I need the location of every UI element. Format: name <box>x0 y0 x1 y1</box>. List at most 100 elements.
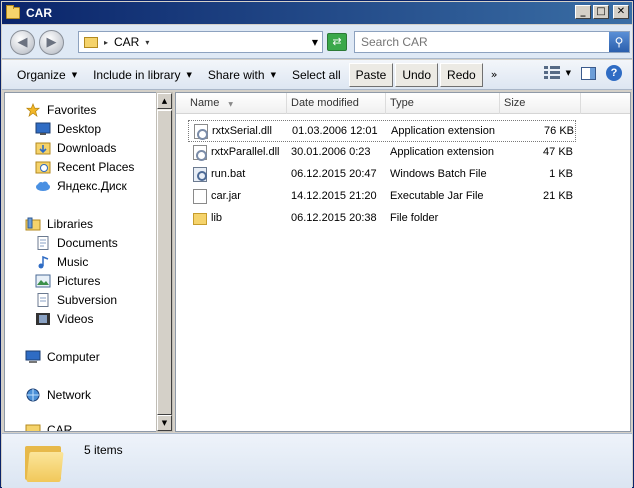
breadcrumb-car[interactable]: CAR <box>114 35 139 49</box>
close-button[interactable]: ✕ <box>613 5 629 19</box>
details-pane: 5 items <box>2 433 632 488</box>
nav-videos[interactable]: Videos <box>35 310 157 328</box>
address-bar[interactable]: ▸ CAR ▾ ▼ <box>78 31 323 53</box>
paste-button[interactable]: Paste <box>348 62 394 87</box>
more-commands-button[interactable]: » <box>491 68 498 81</box>
column-header-row: Name ▼ Date modified Type Size <box>176 93 630 114</box>
dll-icon <box>193 145 207 161</box>
navigation-pane: Favorites Desktop Downloads Recent Place… <box>4 92 158 432</box>
file-date-modified: 14.12.2015 21:20 <box>291 190 377 202</box>
share-with-label: Share with <box>207 67 265 82</box>
file-name: lib <box>211 212 223 224</box>
nav-favorites-label: Favorites <box>47 103 97 117</box>
include-in-library-menu[interactable]: Include in library ▼ <box>85 60 200 89</box>
dll-icon <box>194 124 208 140</box>
nav-music[interactable]: Music <box>35 253 157 271</box>
table-row[interactable]: lib 06.12.2015 20:38 File folder <box>188 208 576 230</box>
table-row[interactable]: run.bat 06.12.2015 20:47 Windows Batch Fil… <box>188 164 576 186</box>
share-with-menu[interactable]: Share with ▼ <box>200 60 284 89</box>
address-row: ◀ ▶ ▸ CAR ▾ ▼ ⇄ ⚲ <box>2 25 632 59</box>
command-bar: Organize ▼ Include in library ▼ Share wi… <box>2 60 632 90</box>
nav-scrollbar[interactable]: ▲ ▼ <box>156 92 173 432</box>
table-row[interactable]: rxtxSerial.dll 01.03.2006 12:01 Applicatio… <box>188 120 576 142</box>
chevron-down-icon: ▼ <box>71 70 78 79</box>
nav-documents[interactable]: Documents <box>35 234 157 252</box>
refresh-button[interactable]: ⇄ <box>327 33 347 51</box>
select-all-button[interactable]: Select all <box>284 60 349 89</box>
file-size: 21 KB <box>543 190 573 202</box>
nav-recent-places-label: Recent Places <box>57 160 135 174</box>
column-size[interactable]: Size <box>500 93 581 114</box>
forward-arrow-icon: ▶ <box>46 35 57 50</box>
window-title: CAR <box>26 6 52 20</box>
breadcrumb-separator-icon[interactable]: ▸ <box>104 38 108 47</box>
organize-label: Organize <box>17 67 66 82</box>
view-controls: ▼ ? <box>543 65 622 81</box>
redo-button[interactable]: Redo <box>440 62 483 87</box>
desktop-icon <box>35 122 51 135</box>
chevron-down-icon: ▼ <box>270 70 276 79</box>
nav-favorites[interactable]: Favorites <box>25 101 157 119</box>
maximize-button[interactable]: □ <box>593 5 609 19</box>
include-in-library-label: Include in library <box>93 67 181 82</box>
file-type: Application extension <box>390 146 494 158</box>
file-size <box>513 208 573 228</box>
file-name: run.bat <box>211 168 246 180</box>
nav-computer-label: Computer <box>47 350 100 364</box>
file-name: rxtxSerial.dll <box>212 125 272 137</box>
column-type[interactable]: Type <box>386 93 500 114</box>
nav-car[interactable]: CAR <box>25 423 157 431</box>
nav-libraries[interactable]: Libraries <box>25 215 157 233</box>
computer-icon <box>25 350 41 363</box>
file-size: 1 KB <box>549 168 573 180</box>
help-icon[interactable]: ? <box>606 65 622 81</box>
nav-computer[interactable]: Computer <box>25 348 157 366</box>
change-view-icon[interactable] <box>543 66 560 80</box>
file-type: Executable Jar File <box>390 190 484 202</box>
title-bar[interactable]: CAR _ □ ✕ <box>2 2 632 24</box>
nav-downloads-label: Downloads <box>57 141 117 155</box>
organize-menu[interactable]: Organize ▼ <box>2 60 85 89</box>
forward-button[interactable]: ▶ <box>39 30 64 55</box>
table-row[interactable]: rxtxParallel.dll 30.01.2006 0:23 Applicati… <box>188 142 576 164</box>
back-button[interactable]: ◀ <box>10 30 35 55</box>
column-name[interactable]: Name ▼ <box>186 93 287 114</box>
nav-downloads[interactable]: Downloads <box>35 139 157 157</box>
file-date-modified: 01.03.2006 12:01 <box>292 125 378 137</box>
folder-icon <box>25 424 41 431</box>
nav-pictures[interactable]: Pictures <box>35 272 157 290</box>
pictures-icon <box>35 274 51 288</box>
column-name-label: Name <box>190 97 220 109</box>
nav-subversion[interactable]: Subversion <box>35 291 157 309</box>
nav-network[interactable]: Network <box>25 386 157 404</box>
select-all-label: Select all <box>291 67 341 82</box>
scroll-down-arrow-icon[interactable]: ▼ <box>157 415 172 431</box>
search-box[interactable]: ⚲ <box>354 31 630 53</box>
file-list-pane: Name ▼ Date modified Type Size rxtxSeria… <box>175 92 631 432</box>
scroll-up-arrow-icon[interactable]: ▲ <box>157 93 172 109</box>
undo-button[interactable]: Undo <box>395 62 439 87</box>
preview-pane-icon[interactable] <box>581 66 596 80</box>
nav-pictures-label: Pictures <box>57 274 101 288</box>
nav-yandex-disk[interactable]: Яндекс.Диск <box>35 177 157 195</box>
jar-file-icon <box>193 189 207 204</box>
star-icon <box>25 103 41 117</box>
column-date-modified[interactable]: Date modified <box>287 93 386 114</box>
nav-recent-places[interactable]: Recent Places <box>35 158 157 176</box>
table-row[interactable]: car.jar 14.12.2015 21:20 Executable Jar Fi… <box>188 186 576 208</box>
refresh-icon: ⇄ <box>332 35 342 48</box>
chevron-down-icon: ▼ <box>186 70 192 79</box>
large-folder-icon <box>25 442 64 482</box>
view-options-dropdown-icon[interactable]: ▼ <box>566 69 571 77</box>
item-count: 5 items <box>84 443 123 457</box>
nav-desktop[interactable]: Desktop <box>35 120 157 138</box>
music-icon <box>38 255 49 269</box>
network-icon <box>26 388 40 402</box>
address-history-dropdown-icon[interactable]: ▼ <box>312 38 318 47</box>
search-input[interactable] <box>361 32 601 52</box>
minimize-button[interactable]: _ <box>575 5 591 19</box>
search-icon[interactable]: ⚲ <box>609 32 629 52</box>
breadcrumb-dropdown-icon[interactable]: ▾ <box>145 38 149 47</box>
scrollbar-thumb[interactable] <box>157 110 172 415</box>
videos-icon <box>36 313 50 325</box>
